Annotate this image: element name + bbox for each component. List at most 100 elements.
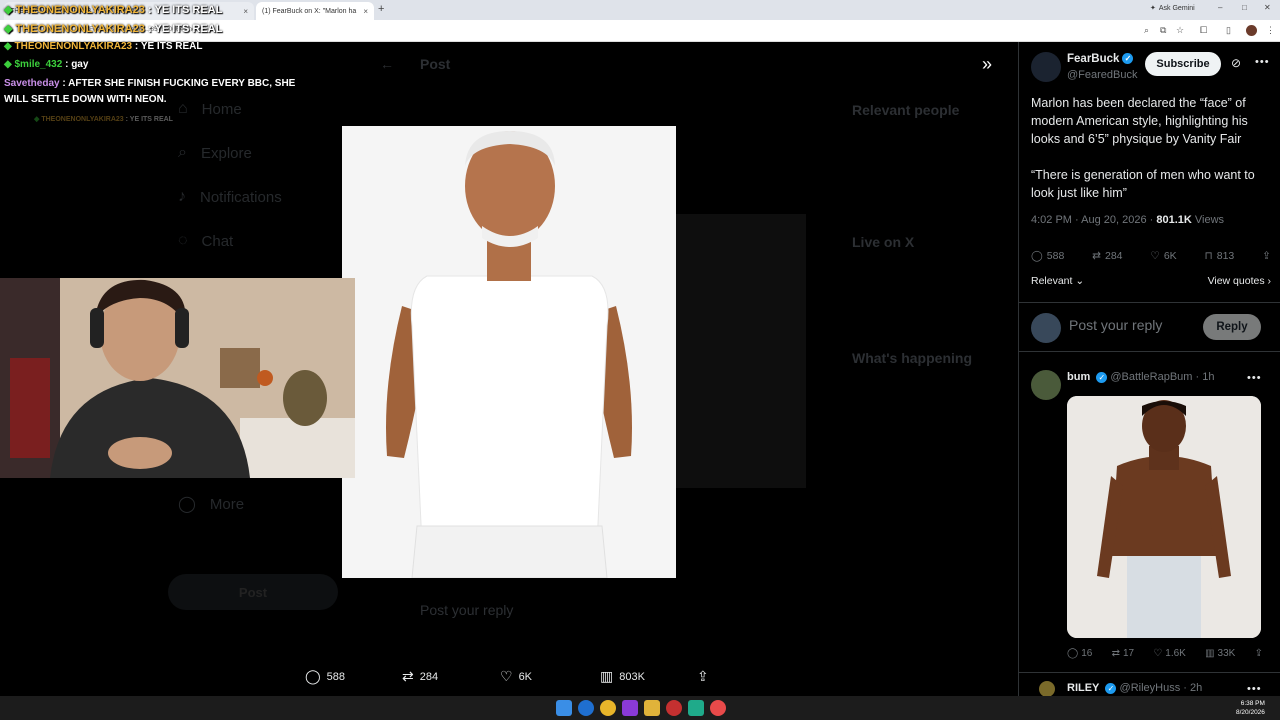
blurred-media-card (676, 214, 806, 488)
menu-icon[interactable]: ⋮ (1266, 25, 1275, 36)
media-views-action[interactable]: ▥ 803K (600, 668, 645, 685)
diamond-icon: ◆ (34, 116, 40, 123)
reply-icon: ◯ (1031, 250, 1043, 262)
reply-action[interactable]: ◯ 588 (1031, 250, 1064, 262)
subscribe-button[interactable]: Subscribe (1145, 52, 1221, 76)
taskbar: 6:38 PM 8/20/2026 (0, 696, 1280, 720)
reply-composer: Post your reply Reply (1019, 302, 1280, 352)
author-handle[interactable]: @FearedBuck (1067, 69, 1137, 81)
start-icon[interactable] (556, 700, 572, 716)
tweet-text: Marlon has been declared the “face” of m… (1031, 94, 1269, 202)
next-reply-name[interactable]: RILEY (1067, 682, 1099, 694)
chat-message: ◆ THEONENONLYAKIRA23 : YE ITS REAL (4, 22, 222, 35)
reply-input[interactable]: Post your reply (1069, 317, 1162, 333)
reply-photo[interactable] (1067, 396, 1261, 638)
chat-text: : YE ITS REAL (123, 116, 173, 123)
media-like-action[interactable]: ♡ 6K (500, 668, 532, 685)
chrome-alt-icon[interactable] (710, 700, 726, 716)
extensions-icon[interactable]: ⧠ (1200, 25, 1207, 36)
media-share-action[interactable]: ⇪ (697, 668, 709, 685)
share-icon: ⇪ (1262, 250, 1271, 262)
ask-gemini-button[interactable]: ✦ Ask Gemini (1150, 4, 1195, 13)
repost-action[interactable]: ⇄ 17 (1112, 648, 1135, 659)
minimize-icon[interactable]: – (1218, 3, 1222, 12)
new-tab-button[interactable]: + (378, 3, 384, 15)
bar-chart-icon: ▥ (1205, 648, 1215, 659)
diamond-icon: ◆ (4, 4, 13, 16)
reply-author-handle[interactable]: @BattleRapBum (1110, 371, 1192, 383)
bell-icon: ♪ (178, 188, 186, 205)
close-icon[interactable]: × (363, 7, 368, 16)
heart-icon: ♡ (500, 668, 513, 684)
sort-row: Relevant ⌄ View quotes › (1031, 275, 1271, 287)
chrome-icon[interactable] (600, 700, 616, 716)
nav-more: ◯ More (178, 495, 245, 514)
screen: THEONENONLYAKIRA23 : YE ITS REAL × (1) F… (0, 0, 1280, 720)
grok-icon[interactable]: ⊘ (1231, 56, 1241, 70)
like-action[interactable]: ♡ 1.6K (1153, 648, 1186, 659)
tweet-photo[interactable] (342, 126, 676, 578)
repost-action[interactable]: ⇄ 284 (1092, 250, 1122, 262)
post-button-bg: Post (168, 574, 338, 610)
folder-icon[interactable] (644, 700, 660, 716)
next-reply[interactable]: RILEY ✓ @RileyHuss · 2h ••• (1019, 672, 1280, 696)
next-reply-time[interactable]: · 2h (1183, 682, 1202, 694)
next-reply-handle[interactable]: @RileyHuss (1120, 682, 1181, 694)
views-action[interactable]: ▥ 33K (1205, 648, 1235, 659)
edge-icon[interactable] (578, 700, 594, 716)
maximize-icon[interactable]: □ (1242, 3, 1247, 12)
view-quotes-link[interactable]: View quotes › (1208, 275, 1271, 287)
chat-text: : YE ITS REAL (144, 4, 223, 16)
media-reply-action[interactable]: ◯ 588 (305, 668, 345, 685)
tweet-detail-panel: FearBuck ✓ @FearedBuck Subscribe ⊘ ••• Ma… (1018, 42, 1280, 696)
author-name[interactable]: FearBuck ✓ (1067, 53, 1134, 65)
chat-message: ◆ $mile_432 : gay (4, 59, 88, 70)
riley-avatar[interactable] (1039, 681, 1055, 696)
browser-tab-2[interactable]: (1) FearBuck on X: "Marlon ha × (256, 2, 374, 20)
post-header: Post (420, 56, 451, 72)
user-avatar (1031, 313, 1061, 343)
more-options-icon[interactable]: ••• (1247, 372, 1262, 384)
verified-badge-icon: ✓ (1105, 682, 1117, 694)
chat-user: THEONENONLYAKIRA23 (15, 23, 145, 35)
install-icon[interactable]: ⧉ (1160, 25, 1166, 36)
ask-gemini-label: Ask Gemini (1158, 4, 1195, 12)
reply-count: 588 (326, 670, 346, 683)
share-action[interactable]: ⇪ (1262, 250, 1271, 262)
obs-icon[interactable] (688, 700, 704, 716)
bookmark-action[interactable]: ⊓ 813 (1205, 250, 1235, 262)
search-icon: ⌕ (178, 144, 187, 161)
verified-badge-icon: ✓ (1122, 53, 1134, 65)
tweet-time[interactable]: 4:02 PM · Aug 20, 2026 · (1031, 214, 1156, 226)
streamer-webcam (0, 278, 355, 478)
nav-notifications: ♪ Notifications (178, 188, 282, 206)
author-avatar[interactable] (1031, 52, 1061, 82)
sidebar-icon[interactable]: ▯ (1226, 25, 1231, 36)
sort-dropdown[interactable]: Relevant ⌄ (1031, 275, 1084, 287)
profile-avatar[interactable] (1246, 25, 1257, 36)
media-repost-action[interactable]: ⇄ 284 (402, 668, 438, 685)
share-action[interactable]: ⇪ (1255, 648, 1263, 659)
reply-avatar[interactable] (1031, 370, 1061, 400)
more-options-icon[interactable]: ••• (1255, 56, 1270, 68)
close-icon[interactable]: × (243, 7, 248, 16)
close-window-icon[interactable]: ✕ (1264, 3, 1271, 12)
views-count: 803K (619, 670, 645, 683)
expand-icon[interactable]: » (982, 54, 992, 75)
discord-icon[interactable] (622, 700, 638, 716)
chat-message: ◆ THEONENONLYAKIRA23 : YE ITS REAL (4, 41, 203, 52)
chat-user: THEONENONLYAKIRA23 (15, 4, 145, 16)
reply-button[interactable]: Reply (1203, 314, 1261, 340)
reply-time[interactable]: · 1h (1196, 371, 1215, 383)
more-options-icon[interactable]: ••• (1247, 683, 1262, 695)
chat-user: Savetheday (4, 78, 60, 89)
zoom-icon[interactable]: ⌕ (1144, 25, 1149, 36)
bookmark-star-icon[interactable]: ☆ (1176, 25, 1184, 36)
reply-action[interactable]: ◯ 16 (1067, 648, 1092, 659)
system-clock[interactable]: 6:38 PM 8/20/2026 (1236, 699, 1265, 717)
chat-text: : gay (62, 59, 89, 70)
reply-author-name[interactable]: bum (1067, 371, 1090, 383)
tweet-text-paragraph-2: “There is generation of men who want to … (1031, 168, 1255, 200)
like-action[interactable]: ♡ 6K (1150, 250, 1176, 262)
app-icon[interactable] (666, 700, 682, 716)
